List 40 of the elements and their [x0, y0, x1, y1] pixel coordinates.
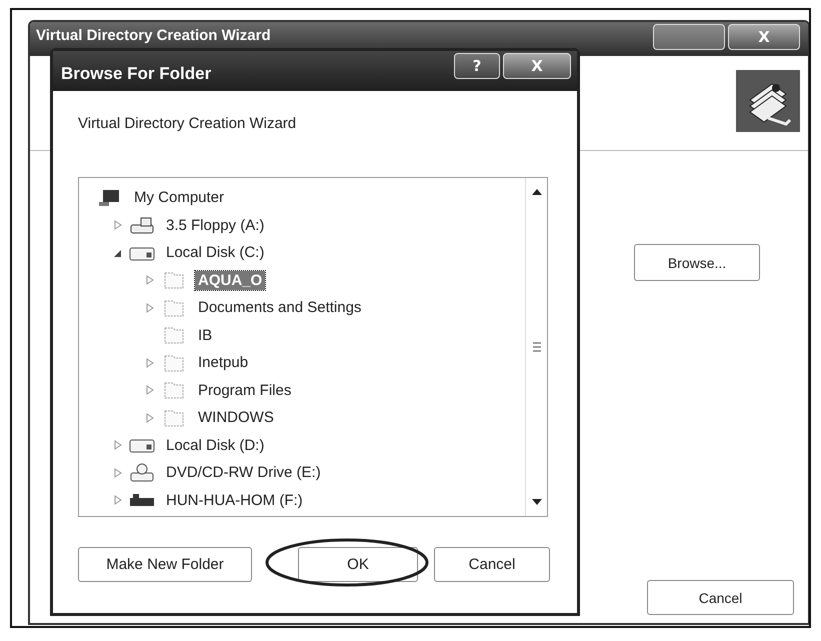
window-title: Virtual Directory Creation Wizard — [36, 26, 271, 44]
tree-item[interactable]: My Computer — [131, 188, 228, 208]
tree-item[interactable]: 3.5 Floppy (A:) — [163, 216, 268, 235]
ok-button[interactable]: OK — [298, 547, 418, 582]
collapsed-arrow-icon[interactable] — [113, 220, 123, 230]
tree-item[interactable]: AQUA_O — [195, 270, 266, 290]
tree-item[interactable]: Documents and Settings — [195, 298, 364, 318]
new-folder-button[interactable]: Make New Folder — [78, 547, 252, 582]
tree-item[interactable]: Local Disk (C:) — [163, 243, 268, 262]
cancel-button[interactable]: Cancel — [434, 547, 550, 582]
collapsed-arrow-icon[interactable] — [145, 302, 155, 313]
close-button[interactable]: X — [503, 53, 571, 79]
floppy-drive-icon — [129, 215, 155, 236]
collapsed-arrow-icon[interactable] — [145, 385, 155, 396]
close-button[interactable]: X — [728, 24, 800, 50]
tree-item[interactable]: WINDOWS — [195, 408, 277, 428]
scroll-up-icon — [530, 188, 542, 196]
collapsed-arrow-icon[interactable] — [145, 275, 155, 286]
tree-item[interactable]: Program Files — [195, 380, 294, 400]
collapsed-arrow-icon[interactable] — [145, 358, 155, 368]
help-button[interactable]: ? — [454, 53, 500, 79]
scroll-grip-icon — [532, 341, 542, 353]
description-text: Virtual Directory Creation Wizard — [78, 115, 298, 132]
scroll-down-icon — [530, 498, 542, 506]
cancel-button[interactable]: Cancel — [647, 580, 794, 615]
tree-item[interactable]: DVD/CD-RW Drive (E:) — [163, 463, 324, 482]
window-title: Browse For Folder — [61, 64, 212, 84]
expanded-arrow-icon[interactable] — [113, 248, 123, 258]
books-icon — [736, 70, 800, 132]
browse-button[interactable]: Browse... — [634, 244, 760, 281]
window-button[interactable] — [653, 24, 725, 50]
collapsed-arrow-icon[interactable] — [145, 412, 155, 423]
tree-item[interactable]: HUN-HUA-HOM (F:) — [163, 490, 306, 510]
tree-item[interactable]: Inetpub — [195, 353, 252, 372]
tree-item[interactable]: Local Disk (D:) — [163, 436, 268, 455]
collapsed-arrow-icon[interactable] — [113, 495, 123, 506]
disc-drive-icon — [129, 462, 155, 483]
collapsed-arrow-icon[interactable] — [113, 468, 123, 478]
collapsed-arrow-icon[interactable] — [113, 440, 123, 450]
tree-item[interactable]: IB — [195, 326, 216, 345]
